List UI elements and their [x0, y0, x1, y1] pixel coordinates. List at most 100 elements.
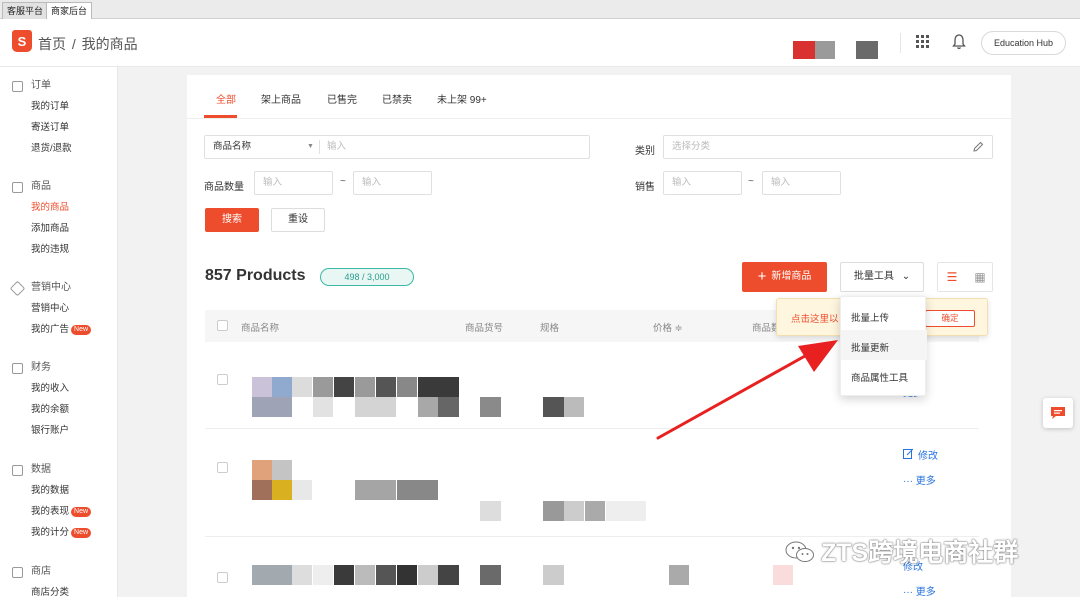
- row-checkbox[interactable]: [217, 374, 228, 385]
- sidebar-item-returns[interactable]: 退货/退款: [0, 138, 118, 159]
- clipboard-icon: [12, 81, 23, 92]
- sidebar-item-income[interactable]: 我的收入: [0, 378, 118, 399]
- sidebar-item-balance[interactable]: 我的余额: [0, 399, 118, 420]
- sidebar-item-shipment[interactable]: 寄送订单: [0, 117, 118, 138]
- watermark: ZTS跨境电商社群: [785, 533, 1018, 569]
- sidebar-item-my-orders[interactable]: 我的订单: [0, 96, 118, 117]
- row-checkbox[interactable]: [217, 572, 228, 583]
- sidebar-group-title[interactable]: 商品: [0, 177, 118, 197]
- select-all-checkbox[interactable]: [217, 320, 228, 331]
- field-divider: [319, 140, 320, 154]
- more-link[interactable]: ··· 更多: [903, 472, 936, 487]
- blurred-pixel: [292, 565, 312, 585]
- range-separator: ~: [748, 176, 754, 187]
- top-header: S 首页 / 我的商品 Education Hub: [0, 19, 1080, 67]
- window-tab-seller-center[interactable]: 商家后台: [46, 2, 93, 19]
- blurred-pixel: [313, 397, 333, 417]
- search-button[interactable]: 搜索: [205, 208, 259, 232]
- sidebar-item-my-data[interactable]: 我的数据: [0, 480, 118, 501]
- sidebar-item-bank-accounts[interactable]: 银行账户: [0, 420, 118, 441]
- grid-view-icon[interactable]: ▦: [966, 263, 994, 291]
- sidebar-item-my-products[interactable]: 我的商品: [0, 197, 118, 218]
- blurred-pixel: [418, 565, 438, 585]
- blurred-pixel: [272, 377, 292, 397]
- wechat-logo-icon: [785, 541, 814, 562]
- blurred-price: [669, 565, 689, 585]
- chevron-down-icon: ▼: [307, 143, 314, 150]
- sidebar-group-title[interactable]: 订单: [0, 76, 118, 96]
- breadcrumb-home[interactable]: 首页: [38, 36, 66, 52]
- sidebar-item-marketing-centre[interactable]: 营销中心: [0, 298, 118, 319]
- education-hub-button[interactable]: Education Hub: [981, 31, 1066, 55]
- sales-min-input[interactable]: 输入: [663, 171, 742, 195]
- product-name-input[interactable]: 输入: [327, 136, 346, 158]
- blurred-pixel: [376, 565, 396, 585]
- sidebar-item-performance[interactable]: 我的表现 New: [0, 501, 118, 522]
- blurred-pixel: [292, 377, 312, 397]
- product-count: 857 Products: [205, 267, 306, 284]
- blurred-pixel: [438, 397, 459, 417]
- range-separator: ~: [340, 176, 346, 187]
- quantity-label: 商品数量: [204, 182, 244, 193]
- blurred-pixel: [397, 480, 438, 500]
- new-badge: New: [71, 507, 92, 517]
- more-link[interactable]: ··· 更多: [903, 583, 936, 597]
- tooltip-confirm-button[interactable]: 确定: [925, 310, 975, 327]
- dots-icon: ···: [903, 476, 913, 487]
- blurred-pixel: [355, 397, 396, 417]
- tab-banned[interactable]: 已禁卖: [382, 91, 412, 106]
- menu-item-bulk-upload[interactable]: 批量上传: [851, 310, 889, 324]
- bell-icon[interactable]: [952, 34, 966, 50]
- row-checkbox[interactable]: [217, 462, 228, 473]
- sidebar-item-shop-categories[interactable]: 商店分类: [0, 582, 118, 597]
- sidebar-group-title[interactable]: 财务: [0, 358, 118, 378]
- list-view-icon[interactable]: ☰: [938, 263, 966, 291]
- blurred-sku: [480, 501, 501, 521]
- menu-item-bulk-update[interactable]: 批量更新: [851, 340, 889, 354]
- sidebar-group-products: 商品 我的商品 添加商品 我的违规: [0, 177, 118, 260]
- sales-label: 销售: [635, 182, 655, 193]
- category-select[interactable]: 选择分类: [663, 135, 993, 159]
- status-tabs: 全部 架上商品 已售完 已禁卖 未上架 99+: [187, 75, 1011, 119]
- search-type-select[interactable]: 商品名称: [213, 141, 251, 152]
- tooltip-text: 点击这里以: [791, 314, 839, 325]
- edit-link[interactable]: 修改: [918, 447, 938, 462]
- menu-item-attribute-tool[interactable]: 商品属性工具: [851, 370, 908, 384]
- shopee-logo[interactable]: S: [12, 30, 32, 52]
- quantity-max-input[interactable]: 输入: [353, 171, 432, 195]
- sidebar-group-title[interactable]: 营销中心: [0, 278, 118, 298]
- apps-grid-icon[interactable]: [916, 35, 930, 49]
- blurred-variation: [543, 565, 564, 585]
- sidebar-group-title[interactable]: 数据: [0, 460, 118, 480]
- blurred-variation: [564, 501, 584, 521]
- sidebar-group-title[interactable]: 商店: [0, 562, 118, 582]
- product-thumbnail[interactable]: [252, 460, 272, 480]
- tab-live[interactable]: 架上商品: [261, 91, 301, 106]
- chat-button[interactable]: [1043, 398, 1073, 428]
- sidebar-item-score[interactable]: 我的计分 New: [0, 522, 118, 543]
- reset-button[interactable]: 重设: [271, 208, 325, 232]
- sidebar-item-violations[interactable]: 我的违规: [0, 239, 118, 260]
- blurred-pixel: [313, 377, 333, 397]
- tab-all[interactable]: 全部: [216, 91, 236, 106]
- blurred-pixel: [313, 565, 333, 585]
- product-thumbnail[interactable]: [252, 565, 292, 585]
- bulk-tools-button[interactable]: 批量工具 ⌄: [840, 262, 924, 292]
- tab-sold-out[interactable]: 已售完: [327, 91, 357, 106]
- product-thumbnail[interactable]: [252, 377, 272, 397]
- sidebar-item-my-ads[interactable]: 我的广告 New: [0, 319, 118, 340]
- shop-icon: [12, 567, 23, 578]
- blurred-pixel: [397, 565, 417, 585]
- blurred-pixel: [272, 480, 292, 500]
- col-variation: 规格: [540, 323, 560, 334]
- blurred-pixel: [438, 565, 459, 585]
- blurred-pixel: [272, 460, 292, 480]
- sidebar-group-shop: 商店 商店分类: [0, 562, 118, 597]
- quantity-min-input[interactable]: 输入: [254, 171, 333, 195]
- window-tab-customer-service[interactable]: 客服平台: [2, 2, 49, 19]
- add-product-button[interactable]: + 新增商品: [742, 262, 827, 292]
- sales-max-input[interactable]: 输入: [762, 171, 841, 195]
- blurred-pixel: [376, 377, 396, 397]
- sidebar-item-add-product[interactable]: 添加商品: [0, 218, 118, 239]
- tab-unlisted[interactable]: 未上架 99+: [437, 91, 487, 106]
